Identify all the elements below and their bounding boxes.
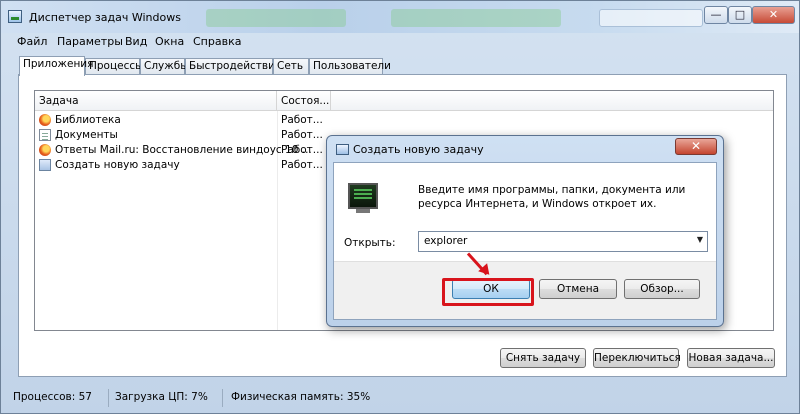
menu-file[interactable]: Файл — [17, 35, 47, 48]
tab-users[interactable]: Пользователи — [309, 58, 391, 75]
status-bar: Процессов: 57 Загрузка ЦП: 7% Физическая… — [9, 387, 793, 409]
maximize-button[interactable]: □ — [728, 6, 752, 24]
ok-button-highlight — [442, 278, 534, 306]
run-program-icon — [348, 183, 378, 213]
title-bar[interactable]: Диспетчер задач Windows — □ ✕ — [1, 1, 799, 33]
open-combobox[interactable]: explorer ▼ — [418, 231, 708, 252]
task-row[interactable]: Документы Работ... — [35, 128, 331, 143]
task-name: Документы — [55, 129, 118, 141]
column-header-status[interactable]: Состоя... — [277, 91, 331, 111]
task-status: Работ... — [281, 129, 323, 141]
menu-bar: Файл Параметры Вид Окна Справка — [9, 33, 793, 51]
status-cpu: Загрузка ЦП: 7% — [115, 389, 223, 407]
task-row[interactable]: Создать новую задачу Работ... — [35, 158, 331, 173]
window-title: Диспетчер задач Windows — [29, 11, 181, 24]
column-header-task-label: Задача — [39, 95, 79, 107]
column-header-task[interactable]: ^ Задача — [35, 91, 277, 111]
new-task-button[interactable]: Новая задача... — [687, 348, 775, 368]
dialog-close-button[interactable]: ✕ — [675, 138, 717, 155]
tab-applications[interactable]: Приложения — [19, 56, 93, 76]
task-row[interactable]: Библиотека Работ... — [35, 113, 331, 128]
close-button[interactable]: ✕ — [752, 6, 795, 24]
dialog-window-icon — [336, 144, 349, 155]
sort-ascending-icon: ^ — [150, 91, 158, 97]
firefox-icon — [39, 144, 51, 156]
status-memory: Физическая память: 35% — [231, 391, 371, 403]
background-window-tab — [206, 9, 346, 27]
document-icon — [39, 129, 51, 141]
task-manager-icon — [8, 10, 22, 23]
task-status: Работ... — [281, 114, 323, 126]
menu-options[interactable]: Параметры — [57, 35, 123, 48]
menu-windows[interactable]: Окна — [155, 35, 184, 48]
task-status: Работ... — [281, 144, 323, 156]
dialog-title: Создать новую задачу — [353, 143, 484, 156]
status-processes: Процессов: 57 — [13, 389, 109, 407]
task-name: Ответы Mail.ru: Восстановление виндоус 1… — [55, 144, 312, 156]
task-row[interactable]: Ответы Mail.ru: Восстановление виндоус 1… — [35, 143, 331, 158]
background-window-tab — [599, 9, 703, 27]
task-window-icon — [39, 159, 51, 171]
task-name: Создать новую задачу — [55, 159, 180, 171]
menu-help[interactable]: Справка — [193, 35, 241, 48]
column-header-empty — [331, 91, 773, 111]
menu-view[interactable]: Вид — [125, 35, 147, 48]
tab-performance[interactable]: Быстродействие — [185, 58, 281, 75]
browse-button[interactable]: Обзор... — [624, 279, 700, 299]
open-input-value: explorer — [424, 235, 468, 247]
tab-network[interactable]: Сеть — [273, 58, 309, 75]
task-status: Работ... — [281, 159, 323, 171]
chevron-down-icon[interactable]: ▼ — [697, 235, 703, 244]
background-window-tab — [391, 9, 561, 27]
firefox-icon — [39, 114, 51, 126]
minimize-button[interactable]: — — [704, 6, 728, 24]
task-name: Библиотека — [55, 114, 121, 126]
tab-services[interactable]: Службы — [140, 58, 188, 75]
switch-to-button[interactable]: Переключиться — [593, 348, 681, 368]
cancel-button[interactable]: Отмена — [539, 279, 617, 299]
open-label: Открыть: — [344, 237, 396, 249]
dialog-description: Введите имя программы, папки, документа … — [418, 184, 686, 210]
tab-processes[interactable]: Процессы — [85, 58, 143, 75]
end-task-button[interactable]: Снять задачу — [500, 348, 586, 368]
